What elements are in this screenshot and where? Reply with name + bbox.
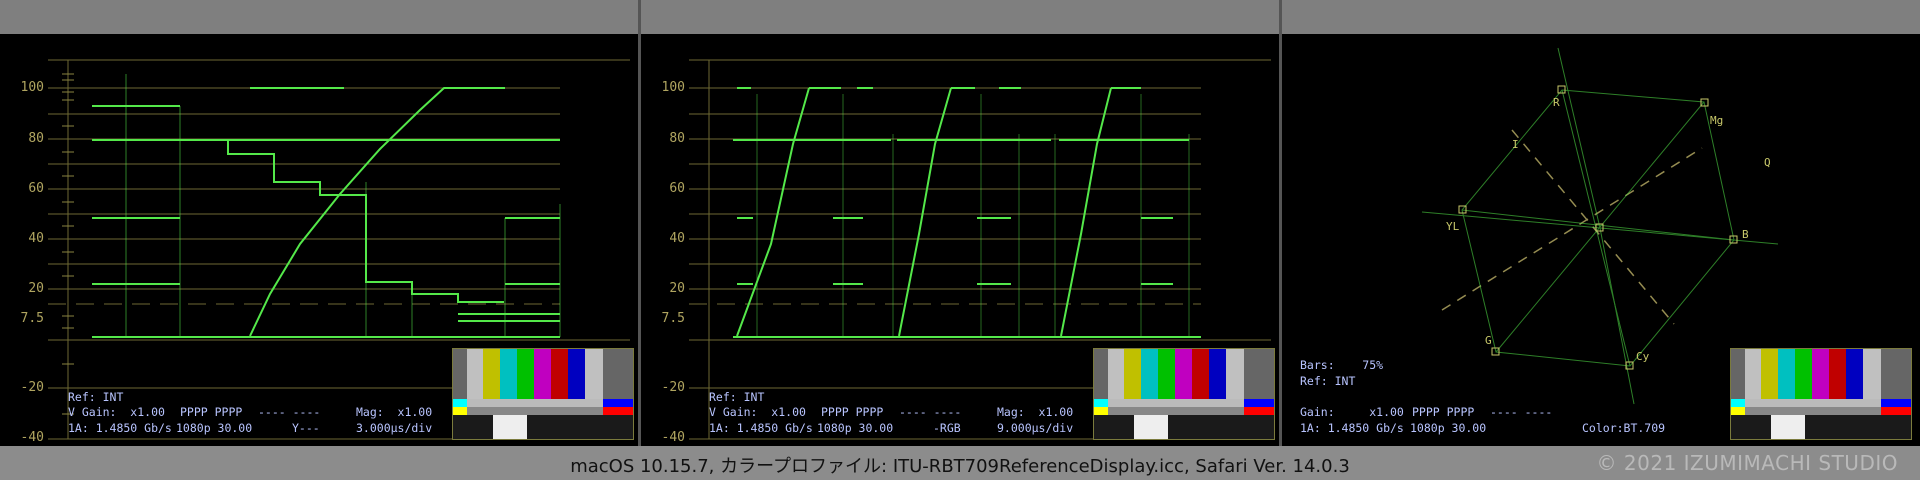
scale-label-20: 20 bbox=[669, 281, 685, 296]
footer-bar: macOS 10.15.7, カラープロファイル: ITU-RBT709Refe… bbox=[0, 446, 1920, 480]
color-bars-thumbnail bbox=[1093, 348, 1275, 440]
scale-label-40: 40 bbox=[669, 231, 685, 246]
waveform-panel-rgb-parade[interactable]: 100 80 60 40 20 7.5 -20 -40 Ref: INT V G… bbox=[641, 34, 1279, 446]
pppp-status: PPPP PPPP bbox=[180, 405, 243, 419]
top-bar bbox=[0, 0, 1920, 34]
vector-label-yl: YL bbox=[1446, 220, 1460, 233]
vector-label-i: I bbox=[1512, 138, 1519, 151]
scale-label-100: 100 bbox=[20, 80, 44, 95]
vector-label-r: R bbox=[1553, 96, 1560, 109]
color-space-status: Color:BT.709 bbox=[1582, 421, 1666, 435]
pppp-dashes: ---- ---- bbox=[1490, 405, 1553, 419]
scale-label-7-5: 7.5 bbox=[20, 311, 44, 326]
vectorscope-panel[interactable]: R Mg B Cy G YL I Q Bars: 75% Ref: INT Ga… bbox=[1282, 34, 1920, 446]
scale-label-minus-20: -20 bbox=[661, 380, 685, 395]
format-status: 1080p 30.00 bbox=[817, 421, 894, 435]
timebase-status: 3.000μs/div bbox=[356, 421, 433, 435]
color-bars-graphic bbox=[453, 349, 633, 439]
scale-label-100: 100 bbox=[661, 80, 685, 95]
scale-label-7-5: 7.5 bbox=[661, 311, 685, 326]
vector-label-mg: Mg bbox=[1710, 114, 1724, 127]
scale-label-minus-40: -40 bbox=[661, 430, 685, 445]
format-status: 1080p 30.00 bbox=[1410, 421, 1487, 435]
color-bars-thumbnail bbox=[1730, 348, 1912, 440]
mode-status: -RGB bbox=[933, 421, 961, 435]
scale-label-40: 40 bbox=[28, 231, 44, 246]
scale-label-20: 20 bbox=[28, 281, 44, 296]
scale-label-80: 80 bbox=[28, 131, 44, 146]
source-status: 1A: 1.4850 Gb/s bbox=[1300, 421, 1404, 435]
v-gain-status: V Gain: x1.00 bbox=[68, 405, 165, 419]
ref-status: Ref: INT bbox=[68, 390, 124, 404]
color-bars-graphic bbox=[1094, 349, 1274, 439]
vector-label-g: G bbox=[1485, 334, 1492, 347]
vector-label-q: Q bbox=[1764, 156, 1771, 169]
format-status: 1080p 30.00 bbox=[176, 421, 253, 435]
mode-status: Y--- bbox=[292, 421, 320, 435]
scale-label-60: 60 bbox=[28, 181, 44, 196]
mag-status: Mag: x1.00 bbox=[356, 405, 433, 419]
ref-status: Ref: INT bbox=[709, 390, 765, 404]
waveform-panel-luma[interactable]: 100 80 60 40 20 7.5 -20 -40 Ref: INT V G… bbox=[0, 34, 638, 446]
bars-status: Bars: 75% bbox=[1300, 358, 1384, 372]
scale-label-minus-40: -40 bbox=[20, 430, 44, 445]
timebase-status: 9.000μs/div bbox=[997, 421, 1074, 435]
copyright-text: © 2021 IZUMIMACHI STUDIO bbox=[1596, 451, 1898, 475]
source-status: 1A: 1.4850 Gb/s bbox=[68, 421, 172, 435]
vector-label-b: B bbox=[1742, 228, 1749, 241]
pppp-dashes: ---- ---- bbox=[899, 405, 962, 419]
color-bars-thumbnail bbox=[452, 348, 634, 440]
mag-status: Mag: x1.00 bbox=[997, 405, 1074, 419]
scale-label-60: 60 bbox=[669, 181, 685, 196]
source-status: 1A: 1.4850 Gb/s bbox=[709, 421, 813, 435]
color-bars-graphic bbox=[1731, 349, 1911, 439]
v-gain-status: V Gain: x1.00 bbox=[709, 405, 806, 419]
ref-status: Ref: INT bbox=[1300, 374, 1356, 388]
scale-label-minus-20: -20 bbox=[20, 380, 44, 395]
pppp-status: PPPP PPPP bbox=[1412, 405, 1475, 419]
gain-status: Gain: x1.00 bbox=[1300, 405, 1404, 419]
scale-label-80: 80 bbox=[669, 131, 685, 146]
vector-label-cy: Cy bbox=[1636, 350, 1650, 363]
pppp-dashes: ---- ---- bbox=[258, 405, 321, 419]
pppp-status: PPPP PPPP bbox=[821, 405, 884, 419]
